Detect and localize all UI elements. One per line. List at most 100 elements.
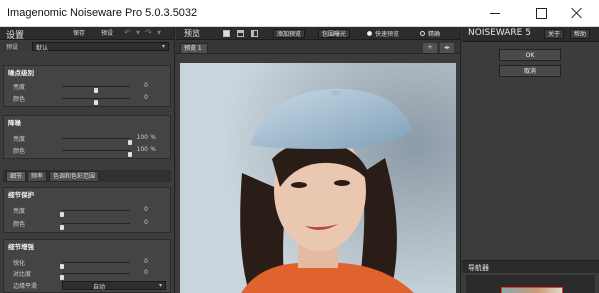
preset-select[interactable]: 默认 ▾ — [32, 42, 169, 52]
tab-frequency[interactable]: 频率 — [27, 171, 48, 182]
detail-enhance-title: 细节增强 — [8, 243, 34, 251]
slider-unit: % — [150, 146, 156, 153]
noise-level-title: 噪点级别 — [8, 69, 34, 77]
preset-value: 默认 — [36, 45, 49, 52]
accurate-label: 精确 — [428, 31, 441, 38]
slider-track[interactable] — [62, 98, 130, 105]
slider-knob[interactable] — [94, 100, 98, 105]
control-panel: NOISEWARE 5 关于 帮助 OK 取消 导航器 — [462, 27, 599, 293]
save-button[interactable]: 保存 — [70, 29, 88, 38]
slider-unit: % — [150, 134, 156, 141]
brand-header: NOISEWARE 5 关于 帮助 — [462, 27, 599, 42]
navigator-view[interactable] — [466, 275, 595, 293]
tab-list-icon[interactable]: ◂▸ — [440, 43, 454, 53]
slider-value: 0 — [144, 206, 148, 213]
preset-label: 预设 — [6, 44, 19, 51]
slider-track[interactable] — [60, 273, 130, 280]
slider-track[interactable] — [62, 138, 132, 145]
preset-button[interactable]: 预设 — [98, 29, 116, 38]
slider-row[interactable]: 锐化 0 — [4, 257, 170, 269]
slider-value: 0 — [144, 258, 148, 265]
preview-image[interactable] — [180, 63, 456, 293]
slider-row[interactable]: 颜色 100 % — [4, 145, 170, 157]
slider-knob[interactable] — [60, 212, 64, 217]
accurate-radio[interactable] — [420, 31, 425, 36]
navigator-header: 导航器 — [462, 260, 599, 273]
tab-tone-color[interactable]: 色调和色彩范围 — [49, 171, 100, 182]
split-horizontal-icon[interactable] — [237, 30, 244, 37]
slider-knob[interactable] — [60, 225, 64, 230]
slider-label: 亮度 — [13, 208, 26, 215]
bracket-button[interactable]: 包围曝光 — [318, 29, 351, 38]
slider-track[interactable] — [62, 86, 130, 93]
maximize-icon[interactable] — [521, 0, 561, 26]
settings-title: 设置 — [6, 31, 25, 41]
undo-dropdown-icon[interactable]: ▾ — [136, 28, 140, 37]
slider-label: 亮度 — [13, 84, 26, 91]
edge-mode-value: 自动 — [93, 284, 106, 291]
navigator-title: 导航器 — [468, 264, 489, 272]
slider-value: 0 — [144, 219, 148, 226]
slider-label: 锐化 — [13, 260, 26, 267]
detail-enhance-section: 细节增强 锐化 0 对比度 0 边缘平滑 自动 ▾ — [3, 239, 171, 293]
preview-toolbar: 预览 添加预览 包围曝光 快速预览 精确 — [176, 27, 460, 40]
window-title: Imagenomic Noiseware Pro 5.0.3.5032 — [7, 7, 198, 19]
detail-tabs: 细节 频率 色调和色彩范围 — [3, 170, 171, 182]
slider-track[interactable] — [60, 262, 130, 269]
brand-version: 5 — [525, 28, 531, 38]
edge-mode-row: 边缘平滑 自动 ▾ — [4, 280, 170, 291]
close-icon[interactable] — [556, 0, 596, 26]
slider-value: 100 — [136, 146, 148, 153]
redo-dropdown-icon[interactable]: ▾ — [157, 28, 161, 37]
settings-header: 设置 保存 预设 ↶ ▾ ↷ ▾ — [0, 27, 174, 41]
portrait-photo — [180, 63, 456, 293]
fast-preview-label: 快速预览 — [375, 31, 400, 38]
slider-value: 0 — [144, 269, 148, 276]
slider-label: 颜色 — [13, 221, 26, 228]
tab-preview-1[interactable]: 预览 1 — [180, 43, 208, 54]
slider-row[interactable]: 颜色 0 — [4, 218, 170, 230]
slider-label: 对比度 — [13, 271, 32, 278]
preview-tab-bar: 预览 1 + ◂▸ — [176, 40, 460, 54]
redo-icon[interactable]: ↷ — [145, 28, 152, 37]
add-preview-button[interactable]: 添加预览 — [273, 29, 306, 38]
brand-logo: NOISEWARE 5 — [468, 28, 531, 38]
title-bar: Imagenomic Noiseware Pro 5.0.3.5032 — [0, 0, 599, 27]
dropdown-arrow-icon: ▾ — [161, 43, 165, 50]
slider-label: 颜色 — [13, 96, 26, 103]
tab-detail[interactable]: 细节 — [6, 171, 27, 182]
slider-row[interactable]: 亮度 0 — [4, 205, 170, 217]
detail-protection-section: 细节保护 亮度 0 颜色 0 — [3, 187, 171, 233]
app-window: Imagenomic Noiseware Pro 5.0.3.5032 设置 保… — [0, 0, 599, 293]
slider-track[interactable] — [62, 150, 132, 157]
brand-name: NOISEWARE — [468, 28, 523, 38]
edge-mode-select[interactable]: 自动 ▾ — [62, 281, 166, 291]
slider-row[interactable]: 亮度 100 % — [4, 133, 170, 145]
add-tab-icon[interactable]: + — [423, 43, 437, 53]
split-vertical-icon[interactable] — [251, 30, 258, 37]
slider-row[interactable]: 颜色 0 — [4, 93, 170, 105]
slider-track[interactable] — [60, 223, 130, 230]
slider-label: 颜色 — [13, 148, 26, 155]
cancel-button[interactable]: 取消 — [499, 65, 561, 77]
slider-value: 0 — [144, 82, 148, 89]
about-button[interactable]: 关于 — [544, 29, 565, 39]
slider-row[interactable]: 对比度 0 — [4, 268, 170, 280]
edge-mode-label: 边缘平滑 — [13, 283, 38, 290]
minimize-icon[interactable] — [475, 0, 515, 26]
slider-value: 0 — [144, 94, 148, 101]
preset-row: 预设 默认 ▾ — [0, 41, 174, 52]
single-view-icon[interactable] — [223, 30, 230, 37]
slider-track[interactable] — [60, 210, 130, 217]
noise-reduction-title: 降噪 — [8, 119, 21, 127]
fast-preview-radio[interactable] — [367, 31, 372, 36]
help-button[interactable]: 帮助 — [570, 29, 591, 39]
ok-button[interactable]: OK — [499, 49, 561, 61]
slider-knob[interactable] — [128, 152, 132, 157]
noise-level-section: 噪点级别 亮度 0 颜色 0 — [3, 65, 171, 107]
preview-panel: 预览 添加预览 包围曝光 快速预览 精确 预览 1 + ◂▸ — [176, 27, 461, 293]
slider-row[interactable]: 亮度 0 — [4, 81, 170, 93]
detail-protection-title: 细节保护 — [8, 191, 34, 199]
navigator-thumbnail[interactable] — [501, 287, 563, 293]
undo-icon[interactable]: ↶ — [124, 28, 131, 37]
